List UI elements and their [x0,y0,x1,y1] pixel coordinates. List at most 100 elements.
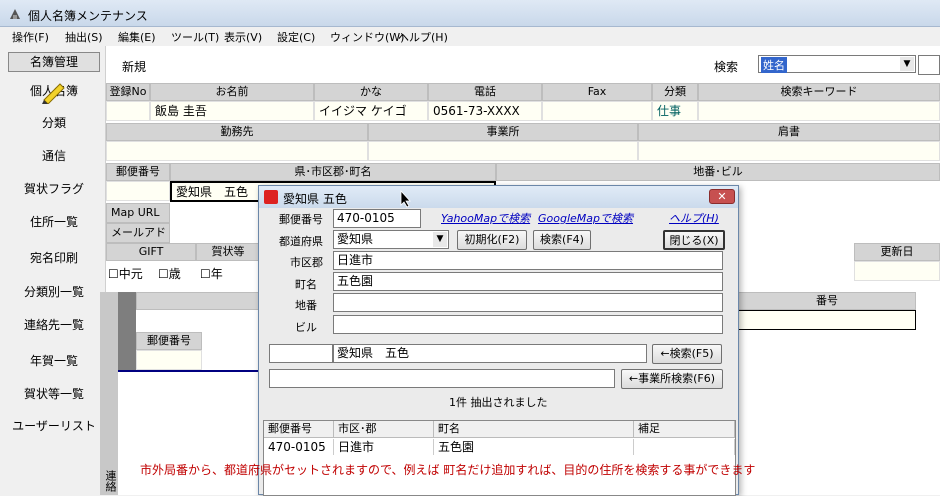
result-cell-postal[interactable]: 470-0105 [264,439,334,455]
menu-tools[interactable]: ツール(T) [171,29,219,45]
mouse-cursor-icon [400,190,411,208]
menu-settings[interactable]: 設定(C) [277,29,315,45]
sidebar-item-category[interactable]: 分類 [8,109,100,137]
address-search-dialog: 愛知県 五色 ✕ 郵便番号 470-0105 YahooMapで検索 Googl… [258,185,739,496]
result-header-postal: 郵便番号 [264,421,334,438]
building-label: ビル [295,321,317,334]
header-name: お名前 [150,83,314,101]
sidebar-item-card-list[interactable]: 賀状等一覧 [8,380,100,408]
result-header-city: 市区･郡 [334,421,434,438]
header-tel: 電話 [428,83,542,101]
title-bar: 個人名簿メンテナンス [0,0,940,27]
result-count: 1件 抽出されました [449,396,548,409]
cell-updated[interactable] [854,261,940,281]
postal-mark-icon [264,190,278,204]
cell-work[interactable] [106,141,368,161]
lot-input[interactable] [333,293,723,312]
side-strip: 連絡 [100,292,118,495]
close-button[interactable]: 閉じる(X) [663,230,725,250]
menu-view[interactable]: 表示(V) [224,29,262,45]
new-label[interactable]: 新規 [122,58,146,75]
close-icon[interactable]: ✕ [709,189,735,204]
map-url-label: Map URL [106,203,170,223]
pref-select[interactable]: 愛知県 ▼ [333,230,449,249]
search-select-value: 姓名 [761,57,787,73]
sub-header-postal: 郵便番号 [136,332,202,350]
cell-title[interactable] [638,141,940,161]
check-chugen[interactable]: ☐中元 [108,265,143,282]
yahoo-map-link[interactable]: YahooMapで検索 [441,210,530,226]
sub-cell-number[interactable] [738,310,916,330]
header-office: 事業所 [368,123,638,141]
result-list[interactable]: 郵便番号 市区･郡 町名 補足 470-0105 日進市 五色園 [263,420,736,496]
city-input[interactable]: 日進市 [333,251,723,270]
pref-label: 都道府県 [279,235,323,248]
check-nenga[interactable]: ☐年 [200,265,223,282]
google-map-link[interactable]: GoogleMapで検索 [538,210,633,226]
cell-postal[interactable] [106,181,170,201]
header-keyword: 検索キーワード [698,83,940,101]
pref-select-value: 愛知県 [337,232,374,246]
search-select[interactable]: 姓名 ▼ [758,55,916,73]
cell-kana[interactable]: イイジマ ケイゴ [314,101,428,121]
sidebar-item-comm[interactable]: 通信 [8,142,100,170]
help-link[interactable]: ヘルプ(H) [669,210,719,226]
office-search-button[interactable]: ←事業所検索(F6) [621,369,723,389]
office-field[interactable] [269,369,615,388]
row-selector [118,292,136,372]
header-reg-no: 登録No [106,83,150,101]
header-postal: 郵便番号 [106,163,170,181]
chevron-down-icon[interactable]: ▼ [900,57,914,71]
postal-input[interactable]: 470-0105 [333,209,421,228]
menu-operation[interactable]: 操作(F) [12,29,49,45]
dialog-title: 愛知県 五色 [283,192,347,206]
town-input[interactable]: 五色園 [333,272,723,291]
sub-header-number: 番号 [738,292,916,310]
header-category: 分類 [652,83,698,101]
sidebar-item-user-list[interactable]: ユーザーリスト [8,412,100,440]
menu-bar: 操作(F) 抽出(S) 編集(E) ツール(T) 表示(V) 設定(C) ウィン… [0,27,940,45]
header-fax: Fax [542,83,652,101]
init-button[interactable]: 初期化(F2) [457,230,527,250]
result-cell-town[interactable]: 五色園 [434,439,634,455]
cell-office[interactable] [368,141,638,161]
sidebar-item-nenga-list[interactable]: 年賀一覧 [8,347,100,375]
search-f5-button[interactable]: ←検索(F5) [652,344,722,364]
result-cell-note[interactable] [634,439,735,455]
sidebar-item-roster[interactable]: 名簿管理 [8,52,100,72]
search-button[interactable]: 検索(F4) [533,230,591,250]
header-kana: かな [314,83,428,101]
header-lot: 地番･ビル [496,163,940,181]
cell-tel[interactable]: 0561-73-XXXX [428,101,542,121]
header-gift: GIFT [106,243,196,261]
cell-reg-no[interactable] [106,101,150,121]
result-address-field[interactable]: 愛知県 五色 [333,344,647,363]
menu-help[interactable]: ヘルプ(H) [398,29,448,45]
menu-edit[interactable]: 編集(E) [118,29,156,45]
side-text: 連絡 [104,470,117,492]
dialog-title-bar: 愛知県 五色 ✕ [259,186,738,208]
search-input[interactable] [918,55,940,75]
sub-cell-postal[interactable] [136,350,202,370]
result-postal-field[interactable] [269,344,333,363]
menu-window[interactable]: ウィンドウ(W) [330,29,404,45]
sidebar-item-address-list[interactable]: 住所一覧 [8,208,100,236]
header-title: 肩書 [638,123,940,141]
cell-keyword[interactable] [698,101,940,121]
sidebar-item-contact-list[interactable]: 連絡先一覧 [8,311,100,339]
sidebar-item-label-print[interactable]: 宛名印刷 [8,244,100,272]
building-input[interactable] [333,315,723,334]
result-cell-city[interactable]: 日進市 [334,439,434,455]
gift-checks: ☐中元 ☐歳 ☐年 [106,263,260,281]
cell-name[interactable]: 飯島 圭吾 [150,101,314,121]
postal-label: 郵便番号 [279,213,323,226]
cell-fax[interactable] [542,101,652,121]
sidebar-item-card-flag[interactable]: 賀状フラグ [8,175,100,203]
header-updated: 更新日 [854,243,940,261]
chevron-down-icon[interactable]: ▼ [433,232,447,247]
cell-category[interactable]: 仕事 [652,101,698,121]
menu-extract[interactable]: 抽出(S) [65,29,103,45]
check-seibo[interactable]: ☐歳 [158,265,181,282]
search-label: 検索 [714,60,739,74]
sidebar-item-category-list[interactable]: 分類別一覧 [8,278,100,306]
